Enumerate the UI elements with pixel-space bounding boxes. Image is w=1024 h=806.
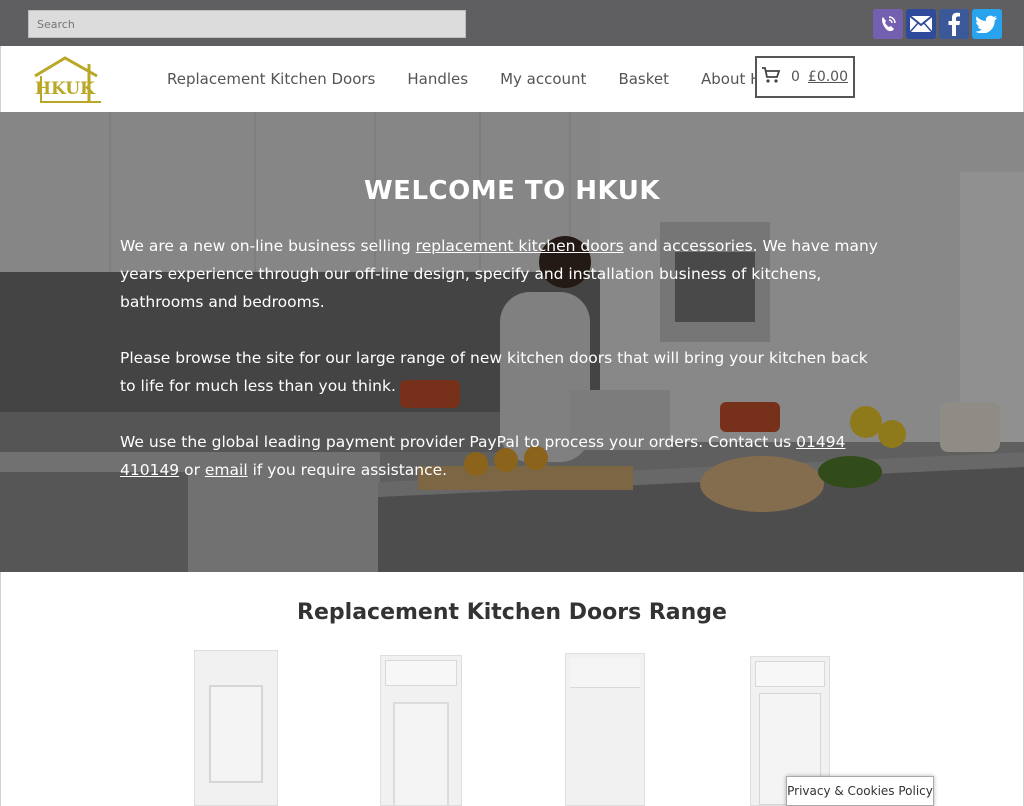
twitter-icon[interactable]	[972, 9, 1002, 39]
range-title: Replacement Kitchen Doors Range	[297, 600, 727, 625]
nav-item-basket[interactable]: Basket	[618, 70, 669, 88]
viber-icon[interactable]	[873, 9, 903, 39]
main-nav: HKUK Replacement Kitchen Doors Handles M…	[0, 46, 1024, 112]
hero-paragraph-1: We are a new on-line business selling re…	[120, 232, 880, 316]
nav-item-my-account[interactable]: My account	[500, 70, 586, 88]
top-bar	[0, 0, 1024, 46]
nav-item-handles[interactable]: Handles	[407, 70, 468, 88]
cart-total[interactable]: £0.00	[808, 69, 848, 85]
hero-p3-or: or	[179, 461, 205, 479]
hero-banner: WELCOME TO HKUK We are a new on-line bus…	[0, 112, 1024, 572]
hkuk-logo[interactable]: HKUK	[31, 54, 105, 106]
nav-menu: Replacement Kitchen Doors Handles My acc…	[167, 46, 824, 112]
hero-text: We are a new on-line business selling re…	[120, 232, 880, 512]
hero-p3-text-end: if you require assistance.	[247, 461, 448, 479]
search-input[interactable]	[28, 10, 466, 38]
door-product-2[interactable]	[380, 655, 462, 806]
nav-item-replacement-kitchen-doors[interactable]: Replacement Kitchen Doors	[167, 70, 375, 88]
email-link[interactable]: email	[205, 461, 248, 479]
hero-paragraph-2: Please browse the site for our large ran…	[120, 349, 868, 395]
hero-p1-text: We are a new on-line business selling	[120, 237, 416, 255]
hero-title: WELCOME TO HKUK	[364, 176, 660, 206]
door-product-3[interactable]	[565, 653, 645, 806]
social-icons	[873, 9, 1002, 39]
cart-icon	[761, 66, 781, 88]
door-product-1[interactable]	[194, 650, 278, 806]
privacy-cookies-button[interactable]: Privacy & Cookies Policy	[786, 776, 934, 806]
email-icon[interactable]	[906, 9, 936, 39]
hero-paragraph-3: We use the global leading payment provid…	[120, 428, 880, 484]
svg-text:HKUK: HKUK	[35, 79, 96, 99]
cart-button[interactable]: 0 £0.00	[755, 56, 855, 98]
cart-count: 0	[791, 69, 800, 85]
hero-p3-text: We use the global leading payment provid…	[120, 433, 797, 451]
facebook-icon[interactable]	[939, 9, 969, 39]
replacement-kitchen-doors-link[interactable]: replacement kitchen doors	[416, 237, 624, 255]
